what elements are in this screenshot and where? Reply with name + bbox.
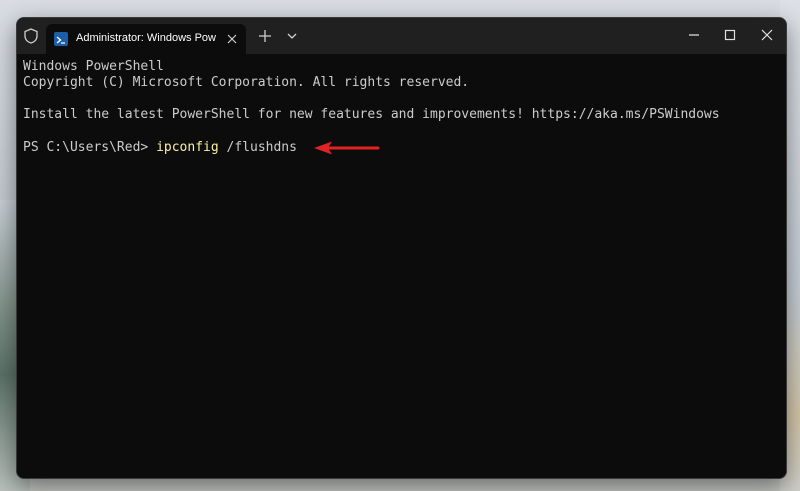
command-line[interactable]: PS C:\Users\Red> ipconfig /flushdns: [23, 140, 297, 156]
close-tab-icon[interactable]: [224, 31, 240, 47]
terminal-window: Administrator: Windows Powe Windows Powe…: [16, 17, 787, 479]
powershell-icon: [54, 32, 68, 46]
output-line-title: Windows PowerShell: [23, 59, 164, 74]
new-tab-button[interactable]: [257, 28, 273, 44]
command-name: ipconfig: [156, 140, 219, 155]
maximize-icon[interactable]: [720, 26, 740, 44]
command-argument: /flushdns: [218, 140, 297, 155]
tab-powershell[interactable]: Administrator: Windows Powe: [46, 24, 246, 54]
output-line-install-hint: Install the latest PowerShell for new fe…: [23, 107, 720, 122]
prompt-text: PS C:\Users\Red>: [23, 140, 157, 155]
chevron-down-icon[interactable]: [285, 29, 299, 43]
minimize-icon[interactable]: [684, 26, 704, 44]
output-line-copyright: Copyright (C) Microsoft Corporation. All…: [23, 75, 470, 90]
tab-title: Administrator: Windows Powe: [76, 32, 216, 44]
terminal-output[interactable]: Windows PowerShell Copyright (C) Microso…: [17, 54, 786, 478]
shield-icon: [24, 28, 38, 44]
close-icon[interactable]: [757, 26, 777, 44]
annotation-arrow-icon: [314, 141, 380, 155]
title-bar[interactable]: Administrator: Windows Powe: [17, 18, 786, 54]
